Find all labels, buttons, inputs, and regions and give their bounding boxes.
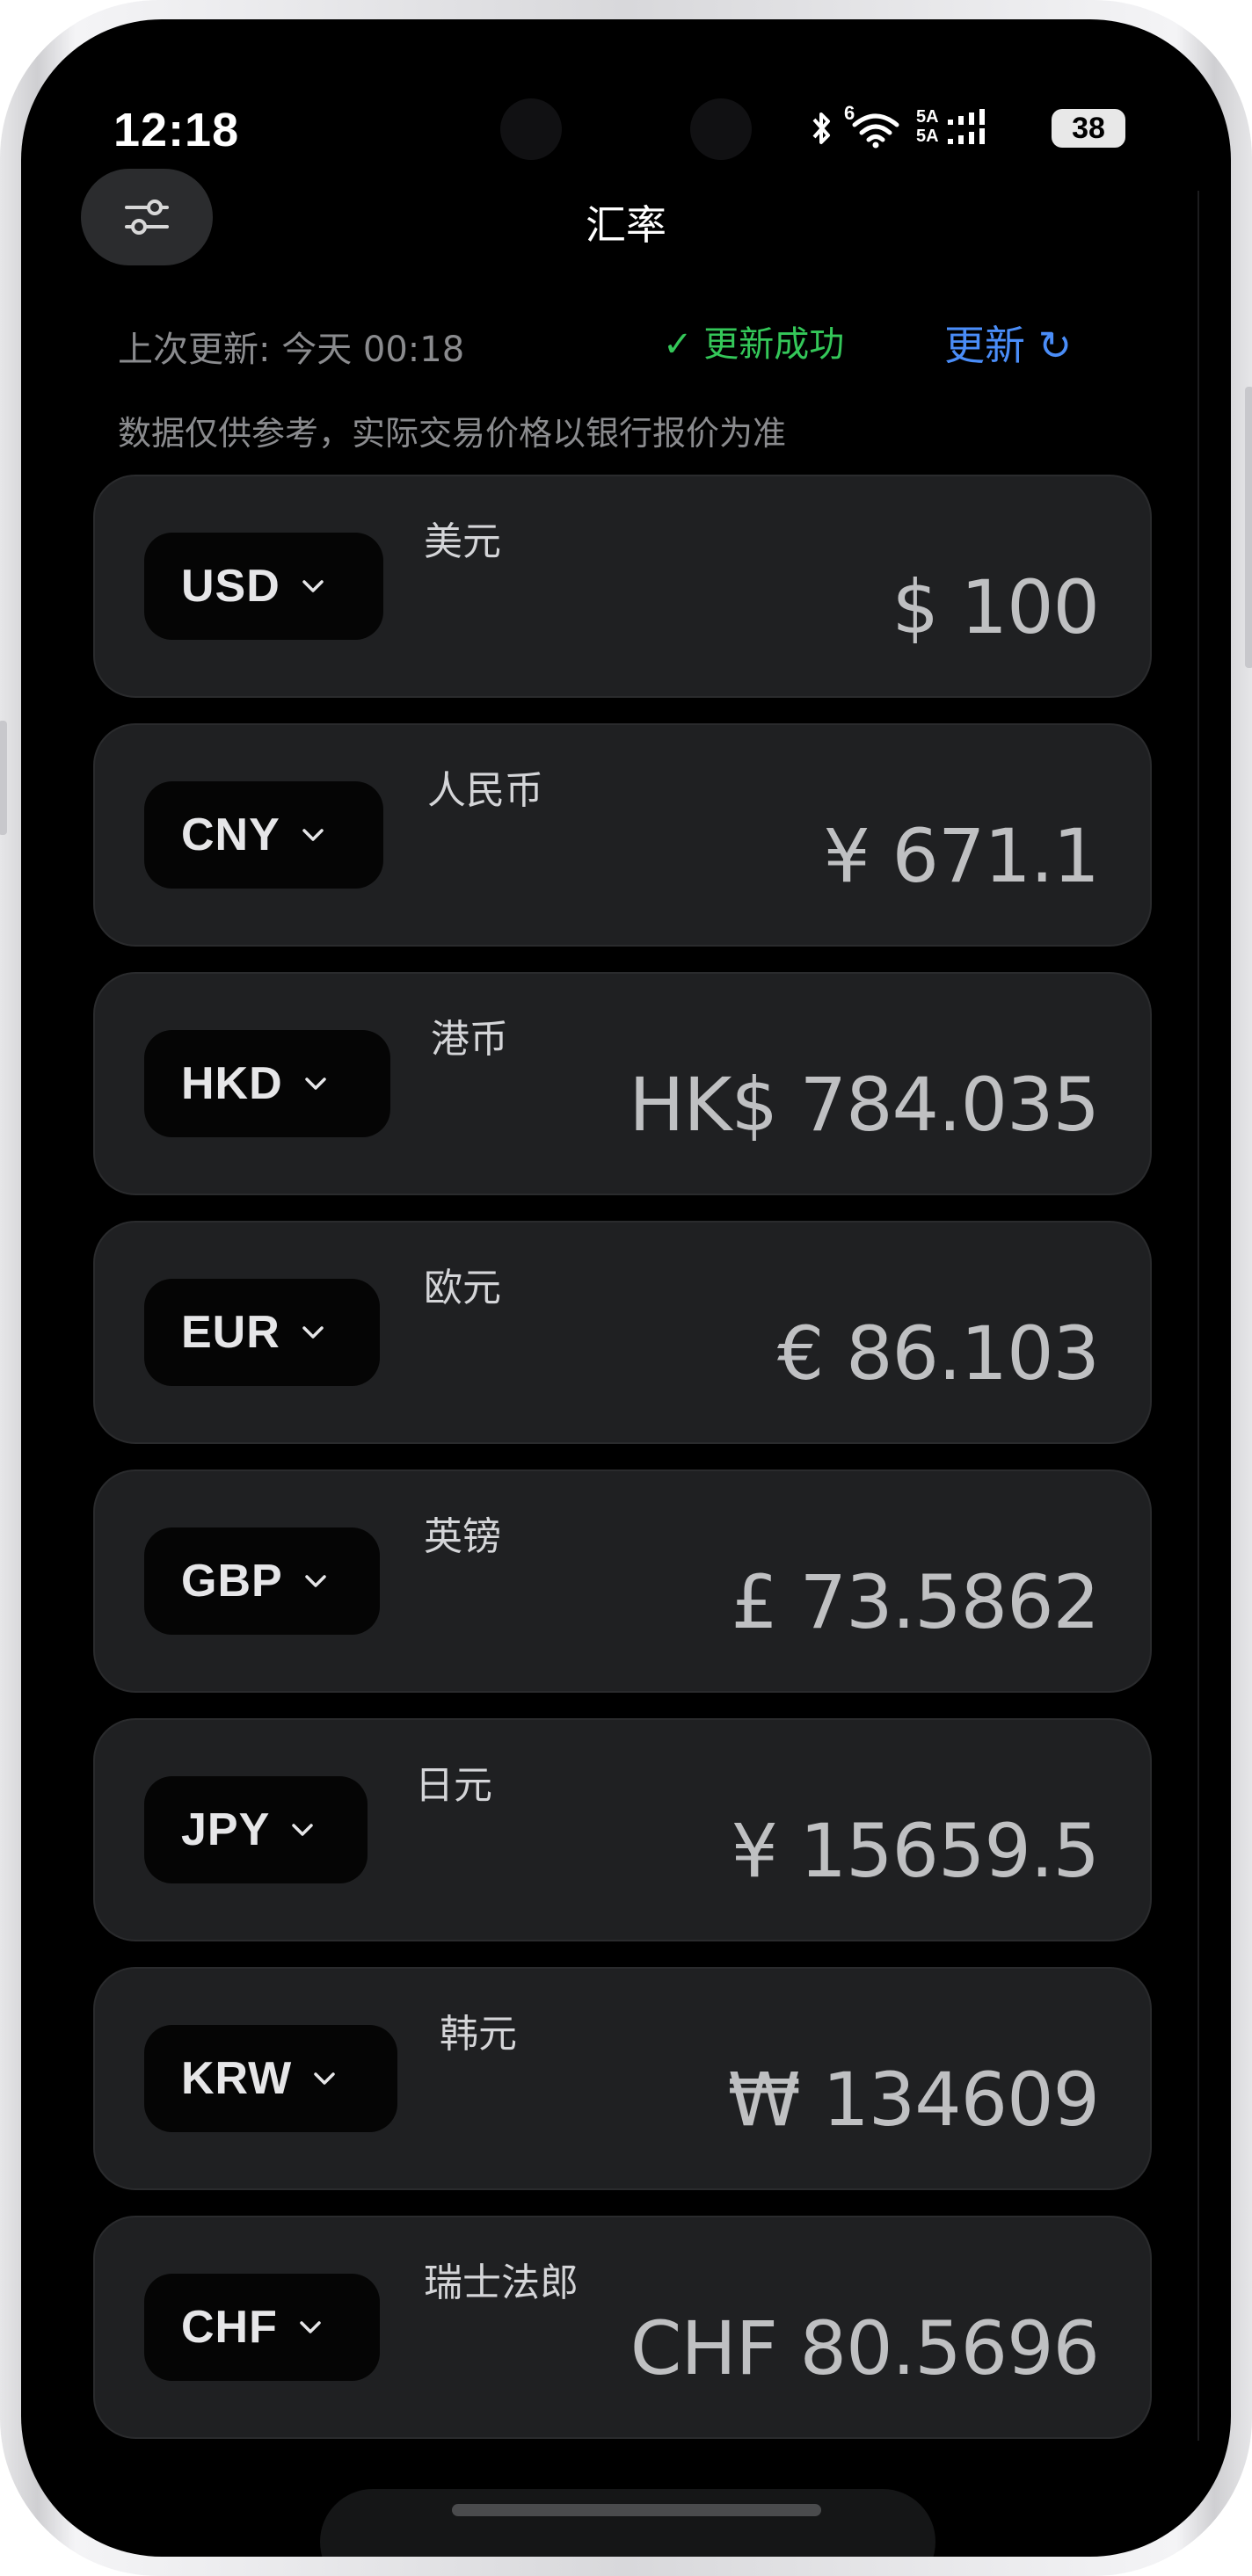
chevron-down-icon bbox=[304, 1078, 326, 1090]
volume-button bbox=[1245, 387, 1252, 668]
scroll-track bbox=[1197, 191, 1199, 2441]
network-label-2: 5A bbox=[916, 127, 939, 146]
status-time: 12:18 bbox=[113, 104, 240, 156]
currency-selector-cny[interactable]: CNY bbox=[144, 781, 383, 889]
front-camera bbox=[595, 98, 657, 160]
currency-code: CNY bbox=[181, 809, 280, 860]
currency-amount[interactable]: HK$ 784.035 bbox=[629, 1062, 1100, 1148]
chevron-down-icon bbox=[302, 580, 324, 592]
network-label: 5A bbox=[916, 107, 939, 127]
currency-selector-jpy[interactable]: JPY bbox=[144, 1776, 368, 1883]
currency-amount[interactable]: ₩ 134609 bbox=[728, 2057, 1100, 2143]
currency-name: 人民币 bbox=[427, 768, 543, 813]
currency-code: JPY bbox=[181, 1804, 271, 1855]
currency-list: USD 美元 $ 100 CNY 人民币 ¥ 671.1 HKD 港币 HK$ … bbox=[93, 475, 1152, 2439]
currency-name: 韩元 bbox=[440, 2012, 517, 2057]
currency-selector-eur[interactable]: EUR bbox=[144, 1279, 380, 1386]
screen: 12:18 6 5A 5A 38 汇率 上次更新: 今天 00:18 ✓ 更新成… bbox=[21, 19, 1231, 2557]
sensor-left bbox=[500, 98, 562, 160]
currency-card-jpy[interactable]: JPY 日元 ¥ 15659.5 bbox=[93, 1718, 1152, 1941]
battery-indicator: 38 bbox=[1052, 109, 1125, 148]
wifi-badge: 6 bbox=[844, 102, 855, 124]
update-row: 上次更新: 今天 00:18 ✓ 更新成功 更新 ↻ bbox=[118, 314, 1152, 370]
header: 汇率 bbox=[21, 169, 1231, 274]
status-icons: 6 5A 5A 38 bbox=[809, 102, 1125, 151]
currency-card-gbp[interactable]: GBP 英镑 £ 73.5862 bbox=[93, 1469, 1152, 1693]
wifi-icon bbox=[852, 113, 899, 149]
bluetooth-icon bbox=[812, 112, 830, 144]
chevron-down-icon bbox=[302, 829, 324, 841]
phone-frame: 12:18 6 5A 5A 38 汇率 上次更新: 今天 00:18 ✓ 更新成… bbox=[0, 0, 1252, 2576]
page-title: 汇率 bbox=[586, 201, 666, 249]
chevron-down-icon bbox=[314, 2072, 335, 2085]
currency-amount[interactable]: € 86.103 bbox=[777, 1310, 1100, 1397]
currency-name: 英镑 bbox=[424, 1514, 501, 1559]
currency-card-chf[interactable]: CHF 瑞士法郎 CHF 80.5696 bbox=[93, 2216, 1152, 2439]
chevron-down-icon bbox=[300, 2321, 321, 2333]
currency-name: 港币 bbox=[431, 1017, 508, 1062]
currency-name: 日元 bbox=[415, 1763, 492, 1808]
currency-selector-gbp[interactable]: GBP bbox=[144, 1527, 380, 1635]
last-update-text: 上次更新: 今天 00:18 bbox=[118, 330, 465, 370]
currency-amount[interactable]: ¥ 671.1 bbox=[823, 813, 1100, 899]
currency-amount[interactable]: £ 73.5862 bbox=[731, 1559, 1100, 1645]
signal-icons: 5A 5A bbox=[916, 107, 1013, 149]
currency-name: 瑞士法郎 bbox=[424, 2260, 579, 2305]
disclaimer-text: 数据仅供参考，实际交易价格以银行报价为准 bbox=[118, 414, 787, 453]
chevron-down-icon bbox=[302, 1326, 324, 1339]
chevron-down-icon bbox=[292, 1824, 314, 1836]
currency-code: GBP bbox=[181, 1556, 283, 1607]
currency-code: KRW bbox=[181, 2053, 293, 2104]
update-button[interactable]: 更新 ↻ bbox=[944, 314, 1072, 372]
currency-selector-chf[interactable]: CHF bbox=[144, 2274, 380, 2381]
chevron-down-icon bbox=[304, 1575, 326, 1587]
currency-card-eur[interactable]: EUR 欧元 € 86.103 bbox=[93, 1221, 1152, 1444]
currency-amount[interactable]: ¥ 15659.5 bbox=[731, 1808, 1100, 1894]
currency-amount[interactable]: CHF 80.5696 bbox=[630, 2305, 1100, 2391]
currency-selector-hkd[interactable]: HKD bbox=[144, 1030, 390, 1137]
status-bar: 12:18 6 5A 5A 38 bbox=[21, 19, 1231, 160]
currency-card-hkd[interactable]: HKD 港币 HK$ 784.035 bbox=[93, 972, 1152, 1195]
currency-code: CHF bbox=[181, 2302, 278, 2353]
currency-code: HKD bbox=[181, 1058, 283, 1109]
currency-card-krw[interactable]: KRW 韩元 ₩ 134609 bbox=[93, 1967, 1152, 2190]
update-success-status: ✓ 更新成功 bbox=[663, 324, 845, 365]
currency-card-cny[interactable]: CNY 人民币 ¥ 671.1 bbox=[93, 723, 1152, 947]
currency-name: 欧元 bbox=[424, 1266, 501, 1310]
side-button bbox=[0, 721, 7, 835]
currency-code: EUR bbox=[181, 1307, 280, 1358]
signal-strength-icon bbox=[948, 109, 985, 144]
currency-selector-krw[interactable]: KRW bbox=[144, 2025, 397, 2132]
currency-selector-usd[interactable]: USD bbox=[144, 533, 383, 640]
home-indicator[interactable] bbox=[452, 2504, 821, 2516]
bottom-bar bbox=[320, 2489, 935, 2557]
sensor-right bbox=[690, 98, 752, 160]
currency-amount[interactable]: $ 100 bbox=[892, 564, 1100, 650]
currency-card-usd[interactable]: USD 美元 $ 100 bbox=[93, 475, 1152, 698]
currency-code: USD bbox=[181, 561, 280, 612]
currency-name: 美元 bbox=[424, 519, 501, 564]
